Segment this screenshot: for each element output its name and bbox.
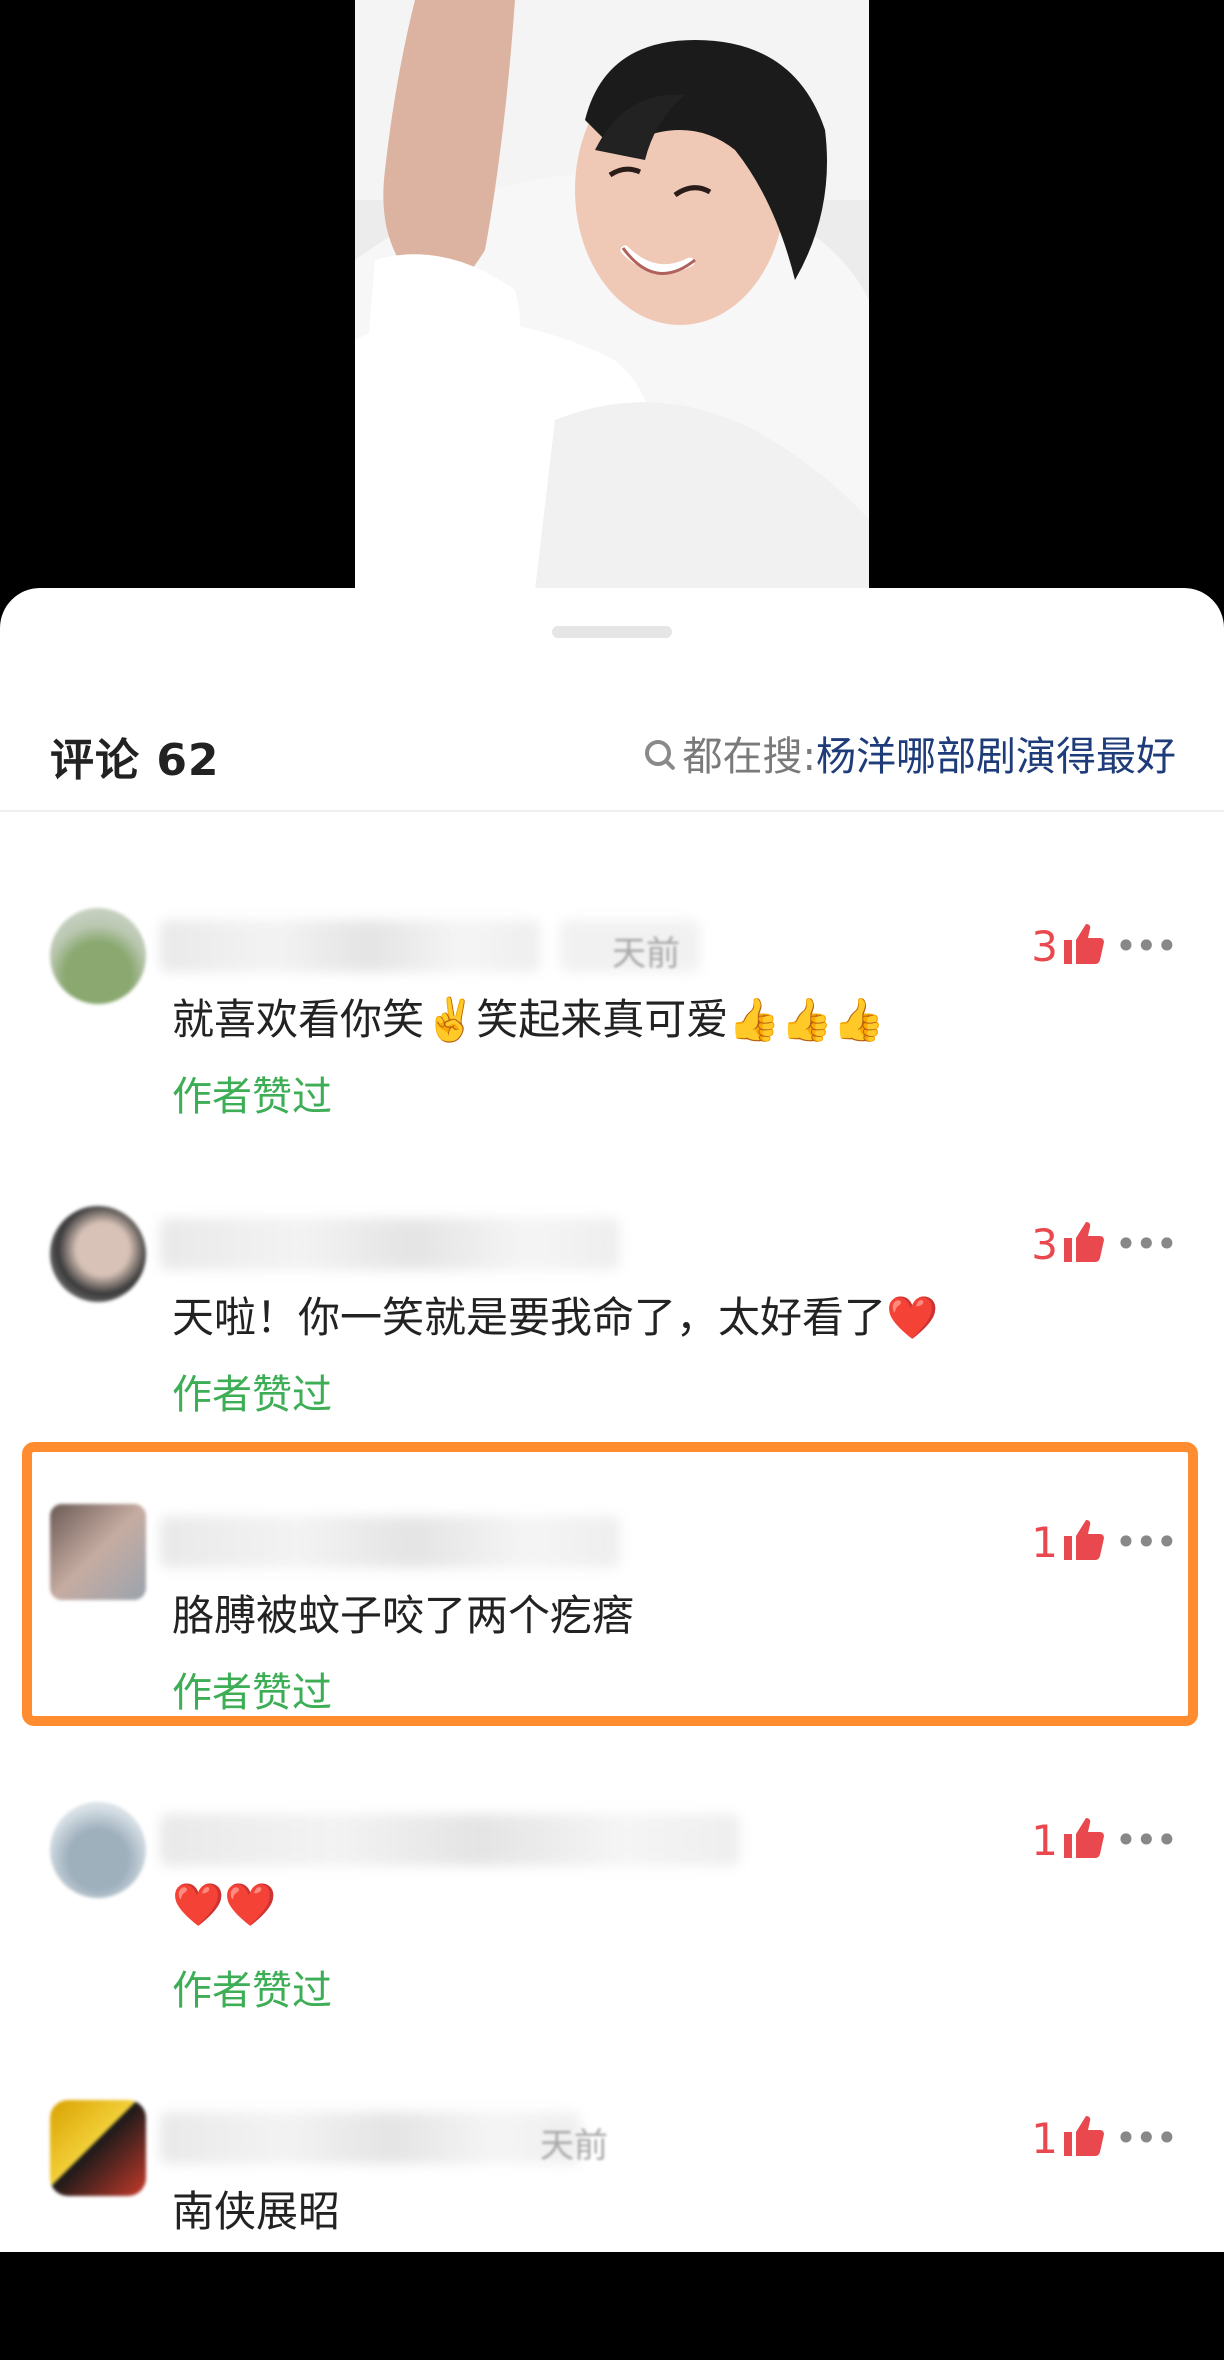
comments-sheet: 评论 62 都在搜: 杨洋哪部剧演得最好 天前 3 ••• 就喜欢看你笑✌️笑起… bbox=[0, 588, 1224, 2252]
comment-text: 南侠展昭 bbox=[172, 2187, 341, 2236]
like-count: 1 bbox=[1031, 2114, 1058, 2163]
username-blurred[interactable] bbox=[160, 1218, 620, 1270]
comment-time: 天前 bbox=[612, 934, 680, 974]
comments-header: 评论 62 都在搜: 杨洋哪部剧演得最好 bbox=[0, 678, 1224, 808]
comment-text: 就喜欢看你笑✌️笑起来真可爱👍👍👍 bbox=[172, 995, 886, 1044]
avatar[interactable] bbox=[50, 1802, 146, 1898]
author-liked-label: 作者赞过 bbox=[172, 1074, 332, 1120]
like-count: 3 bbox=[1031, 1220, 1058, 1269]
username-blurred[interactable] bbox=[160, 2112, 580, 2164]
comment-time: 天前 bbox=[540, 2126, 608, 2166]
comments-title: 评论 62 bbox=[50, 735, 220, 786]
more-icon[interactable]: ••• bbox=[1115, 1222, 1178, 1266]
avatar[interactable] bbox=[50, 2100, 146, 2196]
header-divider bbox=[0, 810, 1224, 812]
username-blurred[interactable] bbox=[160, 1814, 740, 1866]
thumbs-up-icon[interactable] bbox=[1060, 2112, 1108, 2160]
like-count: 1 bbox=[1031, 1816, 1058, 1865]
more-icon[interactable]: ••• bbox=[1115, 1818, 1178, 1862]
comment-item: 天前 1 ••• 南侠展昭 bbox=[0, 2100, 1224, 2360]
thumbs-up-icon[interactable] bbox=[1060, 1218, 1108, 1266]
comment-text: 天啦！你一笑就是要我命了，太好看了❤️ bbox=[172, 1293, 939, 1342]
highlight-annotation bbox=[22, 1442, 1198, 1726]
search-query[interactable]: 杨洋哪部剧演得最好 bbox=[816, 724, 1176, 782]
video-frame[interactable] bbox=[355, 0, 869, 590]
more-icon[interactable]: ••• bbox=[1115, 924, 1178, 968]
thumbs-up-icon[interactable] bbox=[1060, 1814, 1108, 1862]
comment-item: 天前 3 ••• 就喜欢看你笑✌️笑起来真可爱👍👍👍 作者赞过 bbox=[0, 908, 1224, 1168]
more-icon[interactable]: ••• bbox=[1115, 2116, 1178, 2160]
thumbs-up-icon[interactable] bbox=[1060, 920, 1108, 968]
avatar[interactable] bbox=[50, 908, 146, 1004]
comment-item: 1 ••• ❤️❤️ 作者赞过 bbox=[0, 1802, 1224, 2062]
search-prefix: 都在搜: bbox=[682, 734, 816, 780]
comment-item: 3 ••• 天啦！你一笑就是要我命了，太好看了❤️ 作者赞过 bbox=[0, 1206, 1224, 1466]
video-thumbnail bbox=[355, 0, 869, 590]
video-player[interactable] bbox=[0, 0, 1224, 600]
like-count: 3 bbox=[1031, 922, 1058, 971]
username-blurred[interactable] bbox=[160, 920, 540, 972]
author-liked-label: 作者赞过 bbox=[172, 1372, 332, 1418]
avatar[interactable] bbox=[50, 1206, 146, 1302]
search-suggestion[interactable]: 都在搜: 杨洋哪部剧演得最好 bbox=[644, 724, 1176, 782]
drag-handle[interactable] bbox=[552, 626, 672, 638]
search-icon bbox=[644, 740, 671, 766]
comment-text: ❤️❤️ bbox=[172, 1880, 277, 1929]
author-liked-label: 作者赞过 bbox=[172, 1968, 332, 2014]
